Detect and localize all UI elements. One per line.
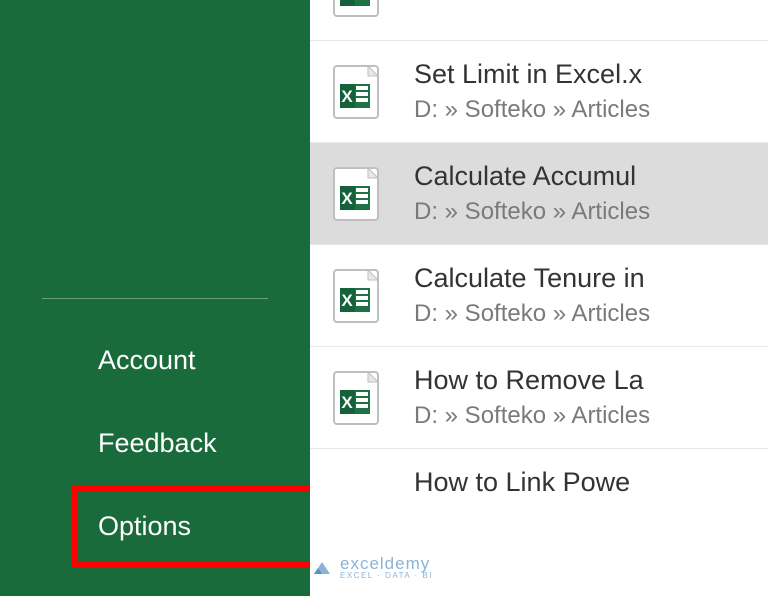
file-path: D: » Softeko » Articles xyxy=(414,96,650,124)
svg-text:X: X xyxy=(341,393,353,412)
file-path: D: » Softeko » Articles xyxy=(414,402,650,430)
file-text: Calculate Tenure in D: » Softeko » Artic… xyxy=(414,263,650,328)
file-text: Calculate Accumul D: » Softeko » Article… xyxy=(414,161,650,226)
file-title: Set Limit in Excel.x xyxy=(414,59,650,90)
watermark: exceldemy EXCEL · DATA · BI xyxy=(310,555,433,580)
menu-options[interactable]: Options xyxy=(72,485,316,568)
file-row[interactable]: X Calculate Tenure in D: » Softeko » Art… xyxy=(310,245,768,347)
file-title: How to Remove La xyxy=(414,365,650,396)
file-text: Set Limit in Excel.x D: » Softeko » Arti… xyxy=(414,59,650,124)
recent-files-panel: X D: » Softeko » Articles X xyxy=(310,0,768,596)
file-row[interactable]: X Set Limit in Excel.x D: » Softeko » Ar… xyxy=(310,41,768,143)
watermark-name: exceldemy xyxy=(340,555,433,572)
file-path: D: » Softeko » Articles xyxy=(414,300,650,328)
excel-file-icon: X xyxy=(324,0,388,22)
file-row[interactable]: X D: » Softeko » Articles xyxy=(310,0,768,41)
menu-feedback[interactable]: Feedback xyxy=(0,402,310,485)
file-title: How to Link Powe xyxy=(414,467,630,498)
backstage-sidebar: Account Feedback Options xyxy=(0,0,310,596)
file-path: D: » Softeko » Articles xyxy=(414,0,650,7)
file-row[interactable]: X How to Remove La D: » Softeko » Articl… xyxy=(310,347,768,449)
menu-account[interactable]: Account xyxy=(0,319,310,402)
file-row[interactable]: How to Link Powe xyxy=(310,449,768,516)
menu-label: Feedback xyxy=(98,428,217,458)
menu-label: Account xyxy=(98,345,196,375)
file-path: D: » Softeko » Articles xyxy=(414,198,650,226)
svg-text:X: X xyxy=(341,87,353,106)
svg-text:X: X xyxy=(341,0,353,4)
svg-text:X: X xyxy=(341,291,353,310)
sidebar-divider xyxy=(42,298,268,299)
excel-file-icon: X xyxy=(324,60,388,124)
file-title: Calculate Accumul xyxy=(414,161,650,192)
excel-file-icon: X xyxy=(324,264,388,328)
excel-file-icon: X xyxy=(324,366,388,430)
menu-label: Options xyxy=(98,511,191,541)
excel-file-icon: X xyxy=(324,162,388,226)
file-text: How to Remove La D: » Softeko » Articles xyxy=(414,365,650,430)
file-text: D: » Softeko » Articles xyxy=(414,0,650,7)
watermark-tag: EXCEL · DATA · BI xyxy=(340,572,433,580)
svg-text:X: X xyxy=(341,189,353,208)
file-text: How to Link Powe xyxy=(414,467,630,498)
file-title: Calculate Tenure in xyxy=(414,263,650,294)
file-row[interactable]: X Calculate Accumul D: » Softeko » Artic… xyxy=(310,143,768,245)
watermark-icon xyxy=(310,556,334,580)
